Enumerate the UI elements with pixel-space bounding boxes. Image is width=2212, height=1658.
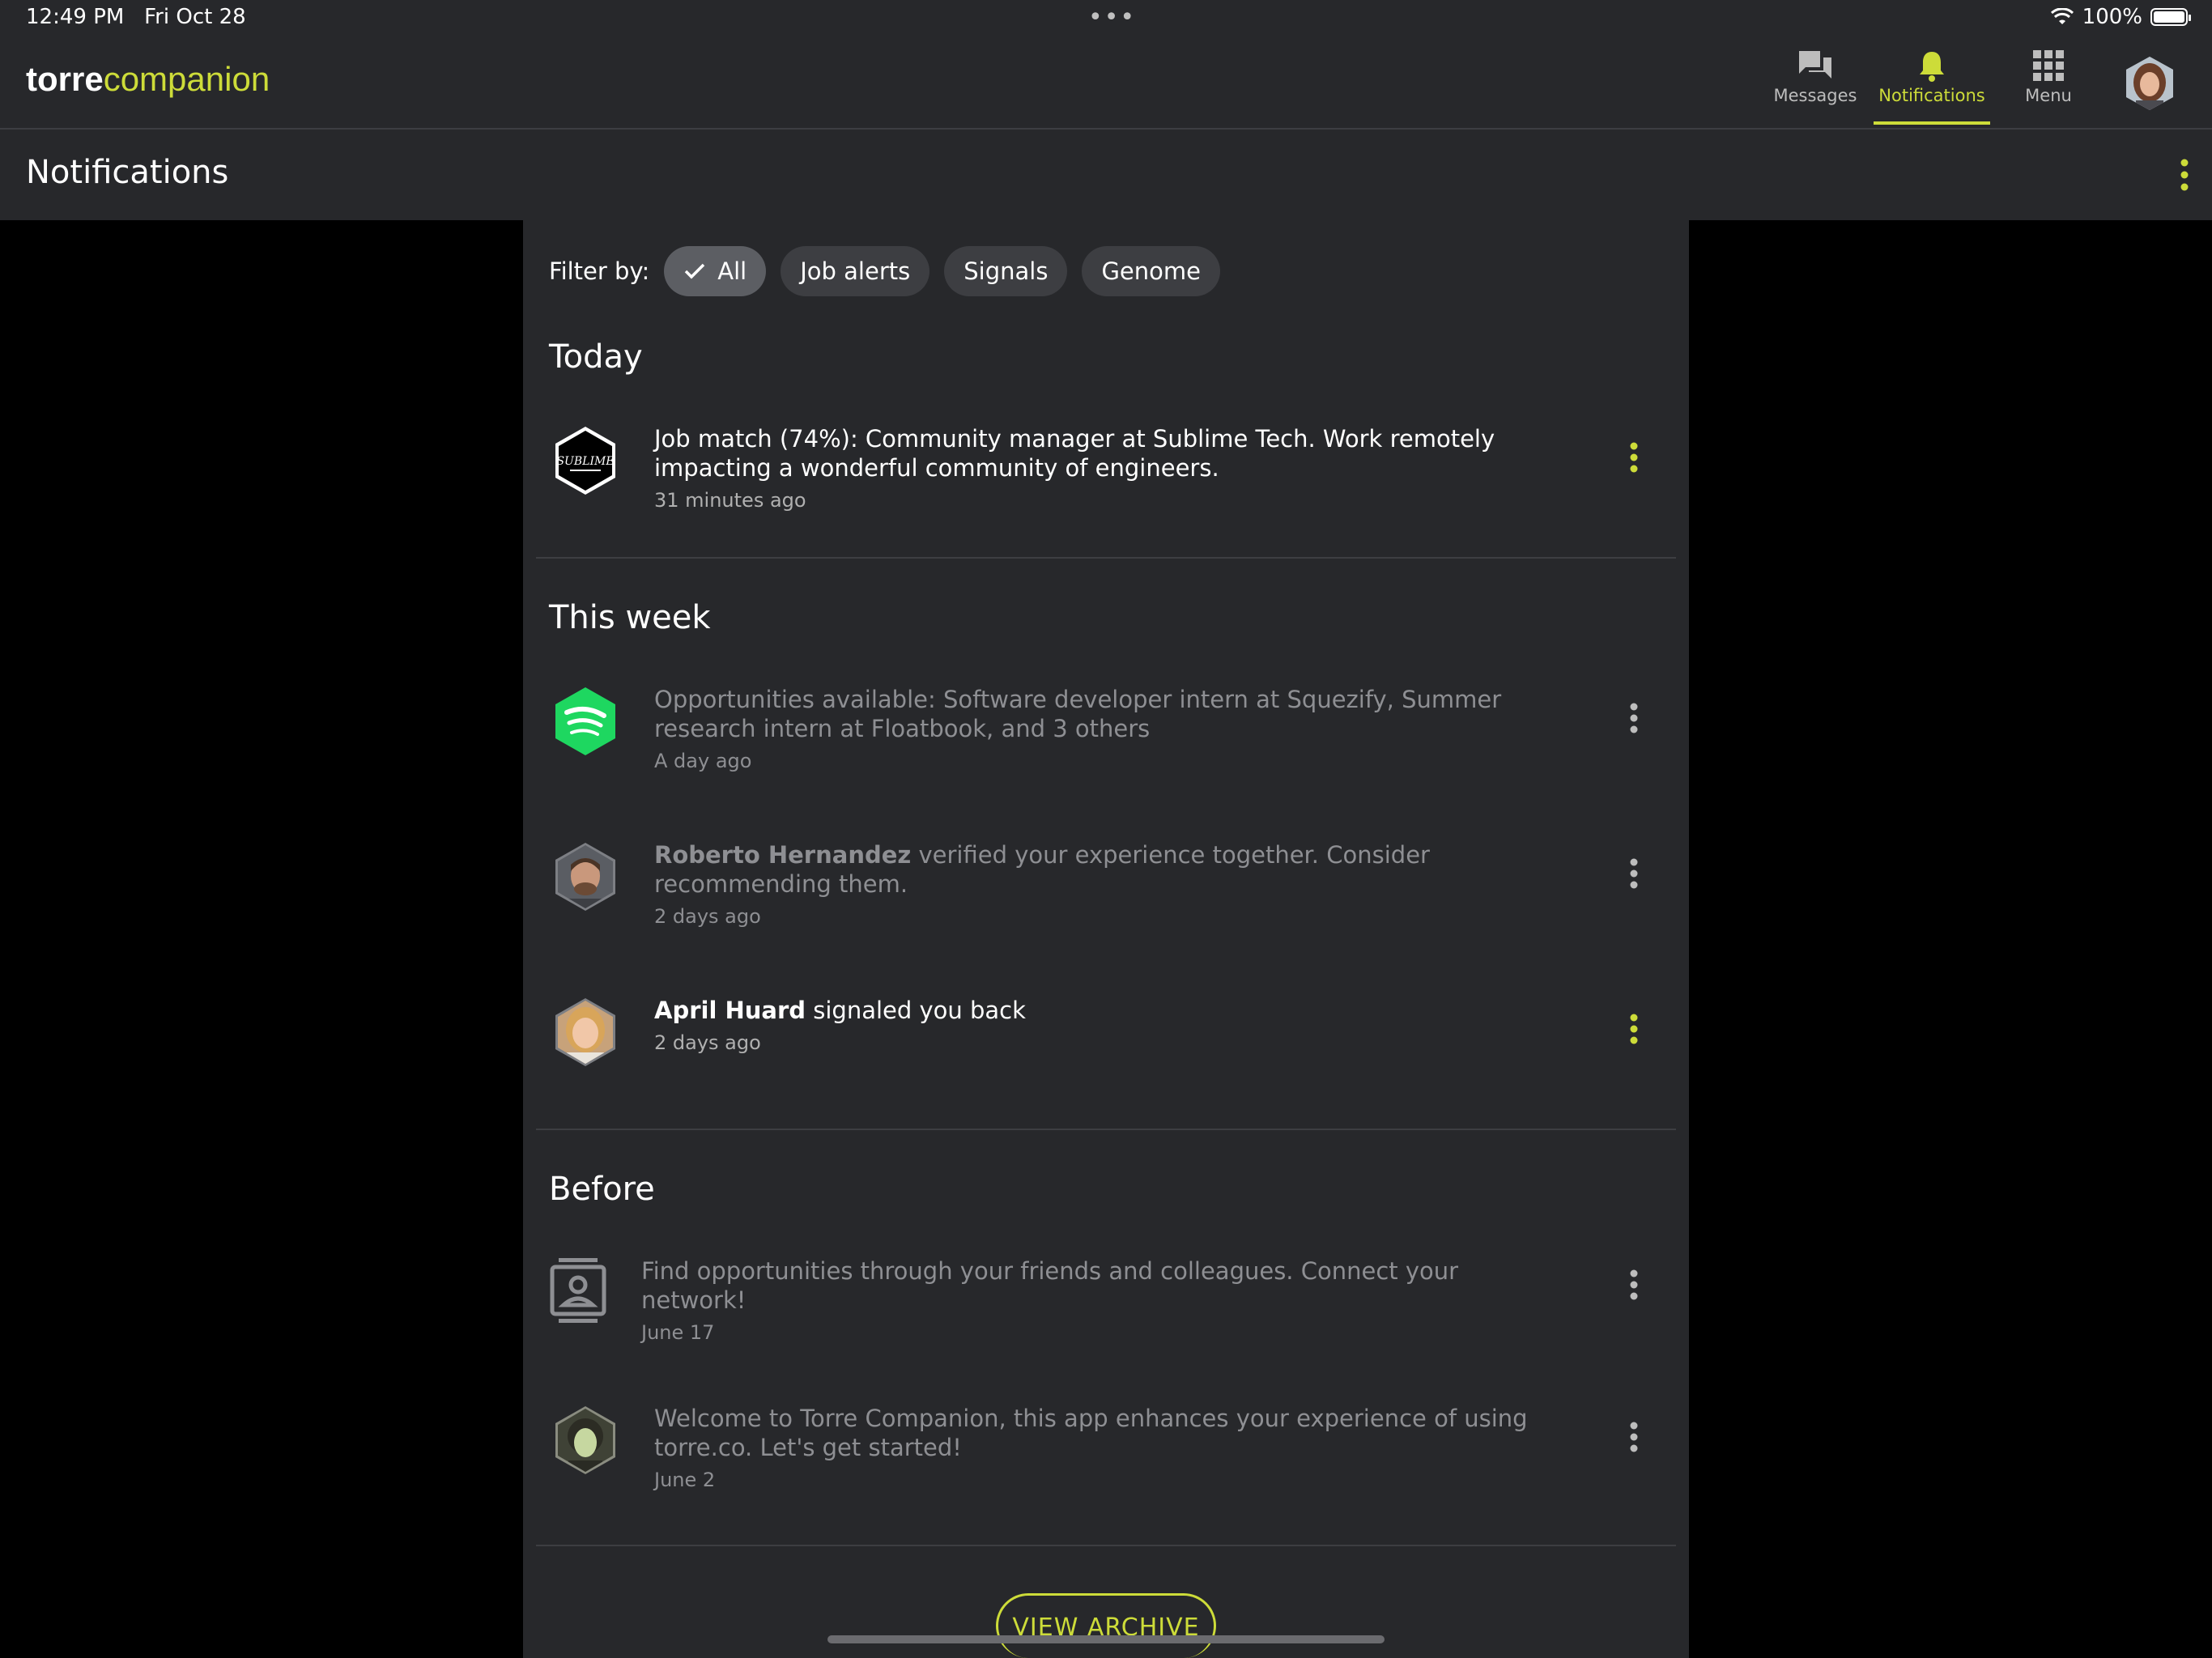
notification-time: June 2	[654, 1469, 716, 1491]
more-options-icon[interactable]	[1629, 1422, 1639, 1452]
notification-time: June 17	[641, 1321, 715, 1344]
divider	[536, 557, 1676, 559]
notification-text: Welcome to Torre Companion, this app enh…	[654, 1405, 1528, 1461]
notification-text: Opportunities available: Software develo…	[654, 686, 1502, 742]
divider	[536, 1129, 1676, 1130]
battery-percent: 100%	[2082, 5, 2142, 29]
april-avatar	[555, 998, 615, 1066]
filter-bar: Filter by: All Job alerts Signals Genome	[549, 246, 1220, 296]
more-options-icon[interactable]	[2180, 159, 2189, 191]
wifi-icon	[2050, 8, 2074, 24]
notification-text: April Huard signaled you back	[654, 997, 1026, 1024]
sublime-logo: SUBLIME	[555, 427, 615, 495]
page-header: Notifications	[0, 130, 2212, 220]
status-indicators: 100%	[2050, 5, 2191, 29]
notification-text: Job match (74%): Community manager at Su…	[654, 425, 1495, 482]
notification-time: A day ago	[654, 750, 752, 772]
notification-time: 31 minutes ago	[654, 489, 806, 512]
svg-text:SUBLIME: SUBLIME	[556, 455, 614, 468]
user-avatar[interactable]	[2121, 55, 2178, 112]
home-indicator[interactable]	[827, 1635, 1385, 1643]
multitasking-dots-icon[interactable]: •••	[1088, 3, 1136, 32]
roberto-avatar	[555, 843, 615, 911]
grid-icon	[2033, 50, 2064, 81]
nav-messages-label: Messages	[1773, 86, 1857, 105]
notification-person-name[interactable]: Roberto Hernandez	[654, 841, 911, 869]
more-options-icon[interactable]	[1629, 858, 1639, 889]
notification-person-name[interactable]: April Huard	[654, 997, 806, 1024]
section-before: Before	[549, 1171, 655, 1208]
page-title: Notifications	[26, 154, 229, 191]
nav-notifications-button[interactable]: Notifications	[1874, 45, 1990, 125]
notification-time: 2 days ago	[654, 905, 761, 928]
divider	[536, 1545, 1676, 1546]
filter-chip-job-alerts[interactable]: Job alerts	[781, 246, 930, 296]
torre-companion-avatar	[555, 1406, 615, 1474]
messages-icon	[1799, 51, 1831, 79]
notification-text: Find opportunities through your friends …	[641, 1257, 1459, 1314]
bell-icon	[1920, 52, 1944, 82]
section-today: Today	[549, 338, 643, 376]
section-this-week: This week	[549, 599, 711, 636]
battery-icon	[2150, 8, 2191, 26]
more-options-icon[interactable]	[1629, 1014, 1639, 1044]
app-header: torrecompanion Messages Notifications Me…	[0, 39, 2212, 130]
filter-chip-all[interactable]: All	[664, 246, 767, 296]
nav-notifications-label: Notifications	[1878, 86, 1985, 105]
filter-chip-genome[interactable]: Genome	[1082, 246, 1220, 296]
check-icon	[685, 263, 705, 279]
more-options-icon[interactable]	[1629, 703, 1639, 733]
nav-menu-button[interactable]: Menu	[1990, 45, 2107, 123]
more-options-icon[interactable]	[1629, 1269, 1639, 1300]
notifications-panel: Filter by: All Job alerts Signals Genome…	[523, 220, 1689, 1658]
filter-chip-signals[interactable]: Signals	[944, 246, 1068, 296]
contacts-icon	[550, 1258, 606, 1323]
more-options-icon[interactable]	[1629, 442, 1639, 473]
app-logo[interactable]: torrecompanion	[26, 60, 270, 99]
notification-time: 2 days ago	[654, 1031, 761, 1054]
status-time: 12:49 PM Fri Oct 28	[26, 5, 246, 29]
filter-label: Filter by:	[549, 257, 650, 285]
nav-menu-label: Menu	[2025, 86, 2072, 105]
status-bar: 12:49 PM Fri Oct 28 ••• 100%	[0, 0, 2212, 39]
nav-messages-button[interactable]: Messages	[1757, 45, 1874, 123]
spotify-logo	[555, 687, 615, 755]
view-archive-button[interactable]: VIEW ARCHIVE	[996, 1593, 1216, 1658]
notification-text: Roberto Hernandez verified your experien…	[654, 841, 1430, 898]
